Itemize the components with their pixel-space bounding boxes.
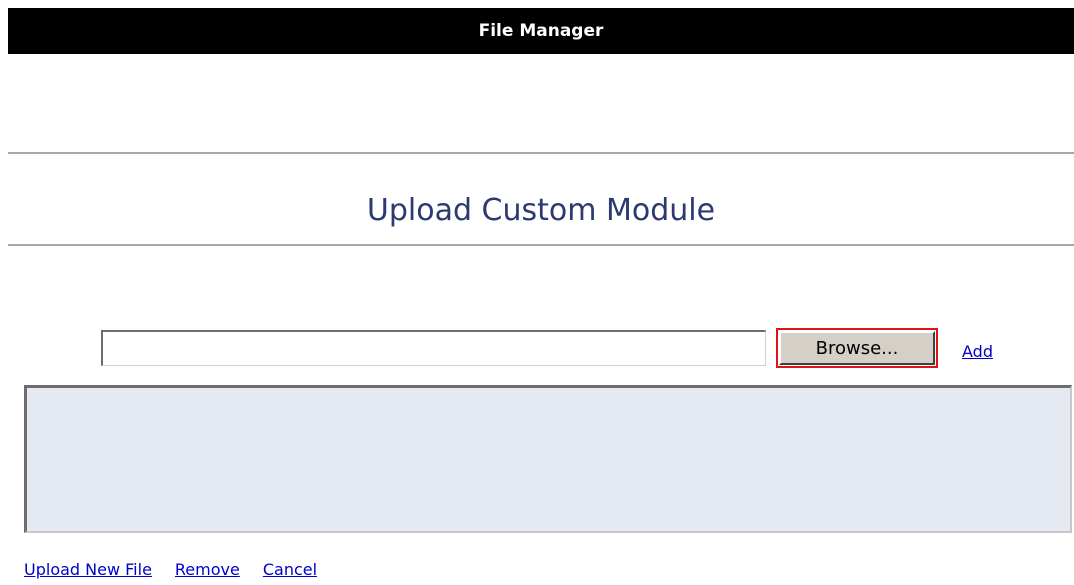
bottom-divider <box>8 244 1074 246</box>
window-title: File Manager <box>478 21 604 41</box>
action-links: Upload New File Remove Cancel <box>24 560 317 579</box>
file-path-input[interactable] <box>101 330 766 366</box>
top-divider <box>8 152 1074 154</box>
cancel-link[interactable]: Cancel <box>263 560 317 579</box>
file-list-box[interactable] <box>24 385 1072 533</box>
browse-button[interactable]: Browse... <box>779 331 935 365</box>
browse-highlight: Browse... <box>776 328 938 368</box>
file-manager-page: File Manager Upload Custom Module Browse… <box>0 0 1074 585</box>
title-bar: File Manager <box>8 8 1074 54</box>
remove-link[interactable]: Remove <box>175 560 240 579</box>
upload-new-file-link[interactable]: Upload New File <box>24 560 152 579</box>
page-heading: Upload Custom Module <box>366 193 716 228</box>
add-link[interactable]: Add <box>962 342 993 361</box>
